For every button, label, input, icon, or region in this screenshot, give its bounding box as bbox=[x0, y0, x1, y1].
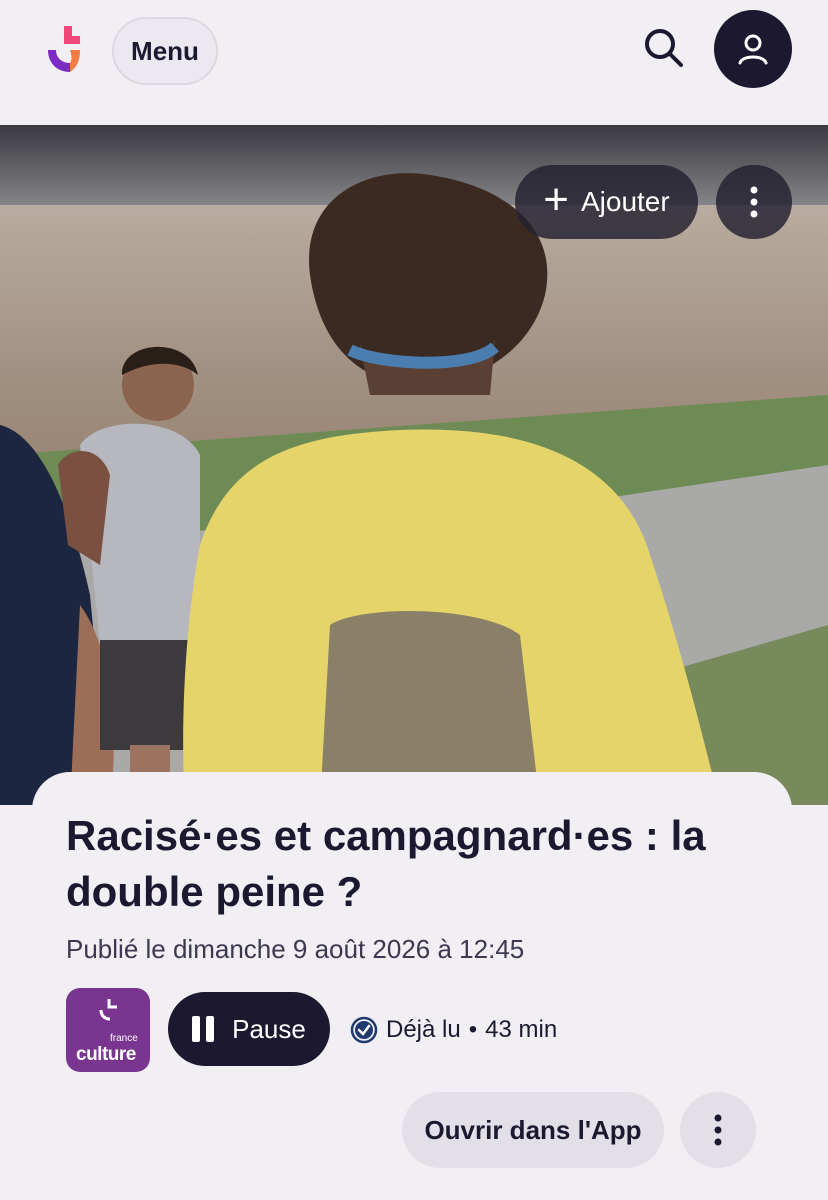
publication-date: Publié le dimanche 9 août 2026 à 12:45 bbox=[66, 934, 525, 964]
more-vertical-icon bbox=[714, 1114, 722, 1146]
episode-title: Racisé·es et campagnard·es : la double p… bbox=[66, 812, 706, 915]
check-circle-icon bbox=[350, 1016, 378, 1044]
search-icon[interactable] bbox=[638, 22, 690, 74]
episode-more-options-button[interactable] bbox=[680, 1092, 756, 1168]
more-vertical-icon bbox=[750, 186, 758, 218]
episode-cover-image: + Ajouter bbox=[0, 125, 828, 805]
pause-icon bbox=[192, 1016, 215, 1042]
read-status: Déjà lu • 43 min bbox=[350, 1016, 557, 1044]
separator-dot: • bbox=[468, 1016, 478, 1043]
pause-button[interactable]: Pause bbox=[168, 992, 330, 1066]
menu-button[interactable]: Menu bbox=[112, 17, 218, 85]
episode-card: Racisé·es et campagnard·es : la double p… bbox=[32, 772, 792, 1200]
add-button[interactable]: + Ajouter bbox=[515, 165, 698, 239]
add-button-label: Ajouter bbox=[580, 186, 670, 217]
station-logo-line2: culture bbox=[76, 1044, 136, 1065]
top-bar: Menu bbox=[0, 0, 828, 125]
plus-icon: + bbox=[543, 175, 569, 224]
read-status-label: Déjà lu bbox=[386, 1016, 461, 1043]
france-culture-logo[interactable]: france culture bbox=[66, 988, 150, 1072]
station-logo-line1: france bbox=[110, 1033, 138, 1044]
radio-france-logo-icon[interactable] bbox=[40, 22, 90, 76]
account-icon bbox=[738, 34, 768, 65]
pause-button-label: Pause bbox=[232, 1013, 306, 1044]
more-options-button[interactable] bbox=[716, 165, 792, 239]
account-button[interactable] bbox=[714, 10, 792, 88]
episode-duration: 43 min bbox=[485, 1016, 558, 1043]
open-in-app-button[interactable]: Ouvrir dans l'App bbox=[402, 1092, 664, 1168]
